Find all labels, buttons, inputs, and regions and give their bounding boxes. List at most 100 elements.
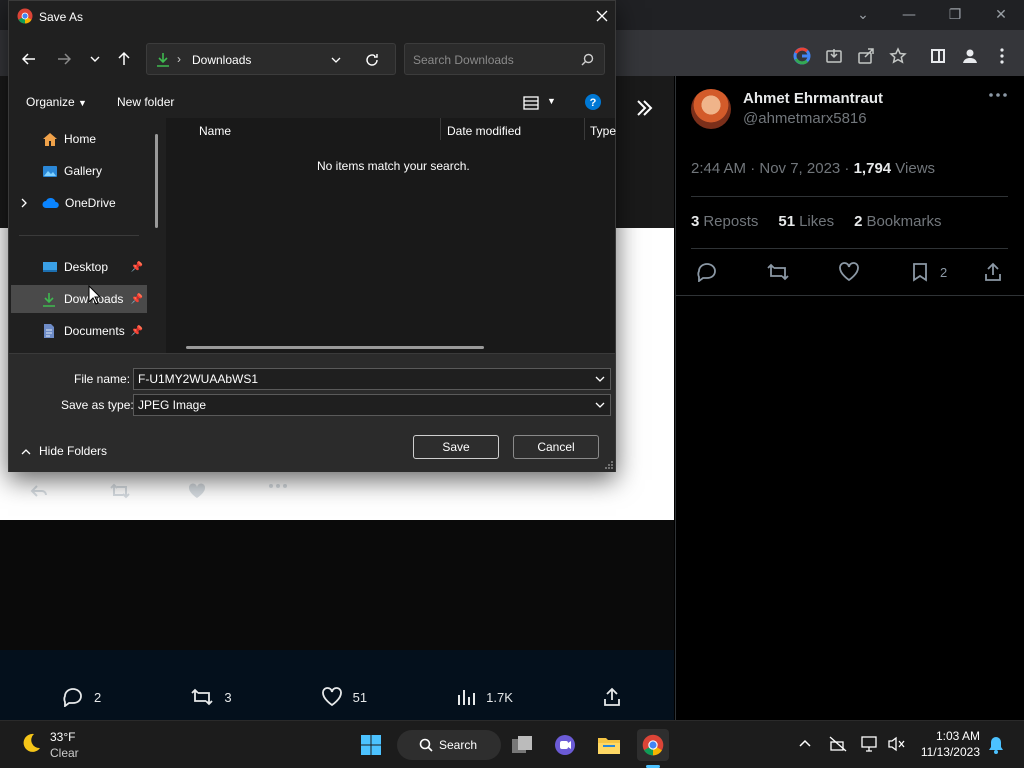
reply-icon bbox=[63, 688, 82, 707]
moon-weather-icon[interactable] bbox=[20, 732, 42, 754]
pin-icon[interactable]: 📌 bbox=[131, 294, 143, 305]
volume-muted-icon[interactable] bbox=[887, 736, 905, 752]
nav-item-gallery[interactable]: Gallery bbox=[11, 157, 147, 185]
pane-repost-icon[interactable] bbox=[766, 262, 790, 282]
save-button[interactable]: Save bbox=[413, 435, 499, 459]
restore-button[interactable]: ❐ bbox=[932, 4, 978, 26]
nav-item-onedrive[interactable]: OneDrive bbox=[11, 189, 147, 217]
task-view-button[interactable] bbox=[506, 729, 538, 761]
column-divider[interactable] bbox=[584, 118, 585, 140]
pane-bookmark-action[interactable]: 2 bbox=[912, 262, 947, 282]
share-action[interactable] bbox=[602, 687, 622, 707]
chat-app-button[interactable] bbox=[549, 729, 581, 761]
weather-temp[interactable]: 33°F bbox=[50, 730, 75, 744]
repost-action[interactable]: 3 bbox=[190, 687, 232, 707]
show-hidden-icons-chevron-icon[interactable] bbox=[799, 739, 811, 747]
faded-reply-icon bbox=[30, 483, 48, 499]
file-name-field[interactable]: F-U1MY2WUAAbWS1 bbox=[133, 368, 611, 390]
column-date-modified[interactable]: Date modified bbox=[447, 124, 521, 138]
organize-button[interactable]: Organize ▼ bbox=[26, 95, 87, 109]
nav-item-desktop[interactable]: Desktop 📌 bbox=[11, 253, 147, 281]
install-app-icon[interactable] bbox=[822, 44, 846, 68]
reposts-stat[interactable]: 3 Reposts bbox=[691, 213, 758, 230]
refresh-icon[interactable] bbox=[365, 53, 379, 67]
nav-item-downloads[interactable]: Downloads 📌 bbox=[11, 285, 147, 313]
resize-grip-icon[interactable] bbox=[605, 461, 613, 469]
gallery-icon bbox=[43, 165, 57, 177]
views-action[interactable]: 1.7K bbox=[456, 687, 513, 707]
taskbar-search[interactable]: Search bbox=[397, 730, 501, 760]
engagement-stats: 3 Reposts 51 Likes 2 Bookmarks bbox=[691, 213, 941, 230]
pin-icon[interactable]: 📌 bbox=[131, 262, 143, 273]
help-icon[interactable]: ? bbox=[585, 94, 601, 110]
google-icon[interactable] bbox=[790, 44, 814, 68]
close-icon[interactable] bbox=[596, 10, 608, 22]
menu-kebab-icon[interactable] bbox=[990, 44, 1014, 68]
display-icon[interactable] bbox=[861, 736, 879, 752]
search-input[interactable]: Search Downloads bbox=[404, 43, 605, 75]
column-type[interactable]: Type bbox=[590, 124, 616, 138]
file-list: Name Date modified Type No items match y… bbox=[166, 118, 616, 354]
dialog-title: Save As bbox=[39, 10, 84, 24]
task-view-icon bbox=[512, 736, 532, 753]
save-type-select[interactable]: JPEG Image bbox=[133, 394, 611, 416]
save-type-value: JPEG Image bbox=[138, 398, 207, 412]
bookmarks-stat[interactable]: 2 Bookmarks bbox=[854, 213, 941, 230]
minimize-button[interactable]: — bbox=[886, 4, 932, 26]
column-name[interactable]: Name bbox=[199, 124, 231, 138]
author-name[interactable]: Ahmet Ehrmantraut bbox=[743, 90, 883, 107]
address-folder[interactable]: Downloads bbox=[192, 53, 251, 67]
likes-stat[interactable]: 51 Likes bbox=[778, 213, 834, 230]
horizontal-scrollbar[interactable] bbox=[186, 346, 484, 349]
dialog-title-bar: Save As bbox=[9, 1, 615, 33]
reply-action[interactable]: 2 bbox=[62, 687, 101, 707]
start-button[interactable] bbox=[355, 729, 387, 761]
desktop-icon bbox=[43, 262, 57, 272]
view-options-dropdown-icon[interactable]: ▼ bbox=[547, 96, 556, 106]
taskbar: 33°F Clear Search 1:03 AM 11/13/2023 bbox=[0, 720, 1024, 768]
chrome-taskbar-button[interactable] bbox=[637, 729, 669, 761]
chevron-down-icon bbox=[595, 402, 605, 408]
cancel-button[interactable]: Cancel bbox=[513, 435, 599, 459]
new-folder-button[interactable]: New folder bbox=[117, 95, 174, 109]
address-dropdown-icon[interactable] bbox=[331, 57, 341, 64]
recent-locations-chevron-icon[interactable] bbox=[90, 55, 100, 63]
bookmark-star-icon[interactable] bbox=[886, 44, 910, 68]
profile-icon[interactable] bbox=[958, 44, 982, 68]
onedrive-cloud-icon bbox=[42, 197, 59, 208]
pane-share-icon[interactable] bbox=[983, 262, 1003, 282]
up-arrow-icon[interactable] bbox=[117, 51, 131, 66]
nav-item-home[interactable]: Home bbox=[11, 125, 147, 153]
clock-time[interactable]: 1:03 AM bbox=[920, 729, 980, 743]
expand-panel-icon[interactable] bbox=[630, 94, 658, 122]
notification-bell-icon[interactable] bbox=[988, 736, 1004, 754]
nav-item-documents[interactable]: Documents 📌 bbox=[11, 317, 147, 345]
file-explorer-button[interactable] bbox=[593, 729, 625, 761]
like-action[interactable]: 51 bbox=[321, 687, 367, 707]
column-divider[interactable] bbox=[440, 118, 441, 140]
author-handle[interactable]: @ahmetmarx5816 bbox=[743, 110, 867, 127]
share-icon[interactable] bbox=[854, 44, 878, 68]
view-options-icon[interactable] bbox=[523, 96, 539, 110]
hide-folders-button[interactable]: Hide Folders bbox=[21, 444, 107, 458]
back-arrow-icon[interactable] bbox=[22, 52, 36, 66]
weather-desc[interactable]: Clear bbox=[50, 746, 79, 760]
address-bar[interactable]: › Downloads bbox=[146, 43, 396, 75]
side-panel-icon[interactable] bbox=[926, 44, 950, 68]
pane-reply-icon[interactable] bbox=[696, 262, 718, 282]
reply-count: 2 bbox=[94, 689, 102, 705]
pin-icon[interactable]: 📌 bbox=[131, 326, 143, 337]
nav-scrollbar[interactable] bbox=[155, 134, 158, 228]
tab-search-button[interactable]: ⌄ bbox=[840, 4, 886, 26]
network-disconnected-icon[interactable] bbox=[829, 736, 847, 752]
chevron-down-icon bbox=[595, 376, 605, 382]
close-window-button[interactable]: ✕ bbox=[978, 4, 1024, 26]
repost-count: 3 bbox=[224, 689, 232, 705]
author-avatar[interactable] bbox=[691, 89, 731, 129]
file-name-label: File name: bbox=[74, 372, 131, 386]
forward-arrow-icon[interactable] bbox=[57, 52, 71, 66]
pane-like-icon[interactable] bbox=[838, 262, 860, 282]
clock-date[interactable]: 11/13/2023 bbox=[911, 745, 980, 759]
search-icon bbox=[419, 738, 433, 752]
more-options-icon[interactable] bbox=[988, 92, 1008, 98]
